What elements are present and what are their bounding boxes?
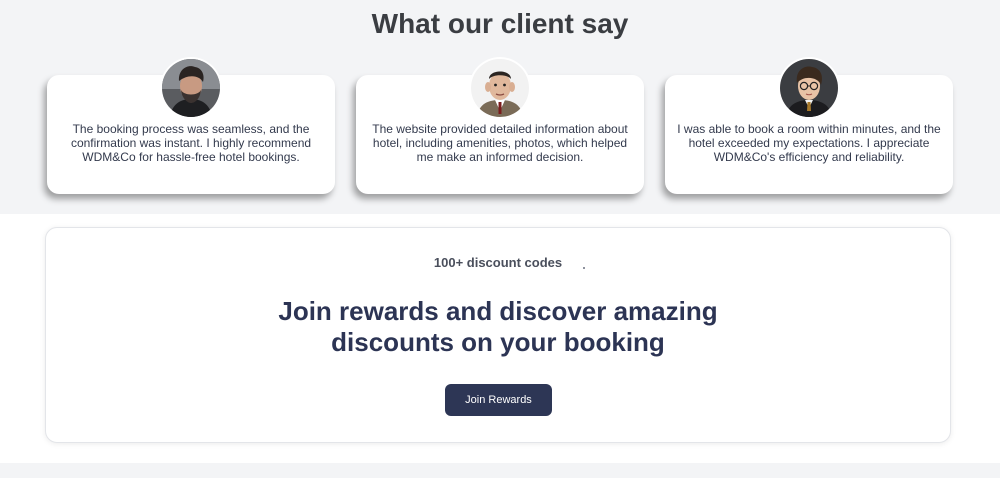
man-beard-avatar-icon — [162, 59, 220, 117]
next-section-strip — [0, 463, 1000, 478]
decorative-dot — [583, 267, 585, 269]
testimonials-section: What our client say The booking process … — [0, 0, 1000, 214]
testimonial-card: The website provided detailed informatio… — [356, 59, 644, 194]
testimonial-quote: The booking process was seamless, and th… — [70, 122, 312, 164]
testimonial-quote: The website provided detailed informatio… — [372, 122, 628, 164]
join-rewards-button[interactable]: Join Rewards — [445, 384, 552, 416]
rewards-headline: Join rewards and discover amazing discou… — [278, 296, 718, 357]
testimonial-card: I was able to book a room within minutes… — [665, 59, 953, 194]
boy-glasses-avatar-icon — [780, 59, 838, 117]
rewards-panel: 100+ discount codes Join rewards and dis… — [45, 227, 951, 443]
discount-codes-label: 100+ discount codes — [433, 255, 563, 270]
testimonial-card: The booking process was seamless, and th… — [47, 59, 335, 194]
man-suit-avatar-icon — [471, 59, 529, 117]
section-title: What our client say — [371, 8, 629, 39]
testimonial-quote: I was able to book a room within minutes… — [677, 122, 941, 164]
